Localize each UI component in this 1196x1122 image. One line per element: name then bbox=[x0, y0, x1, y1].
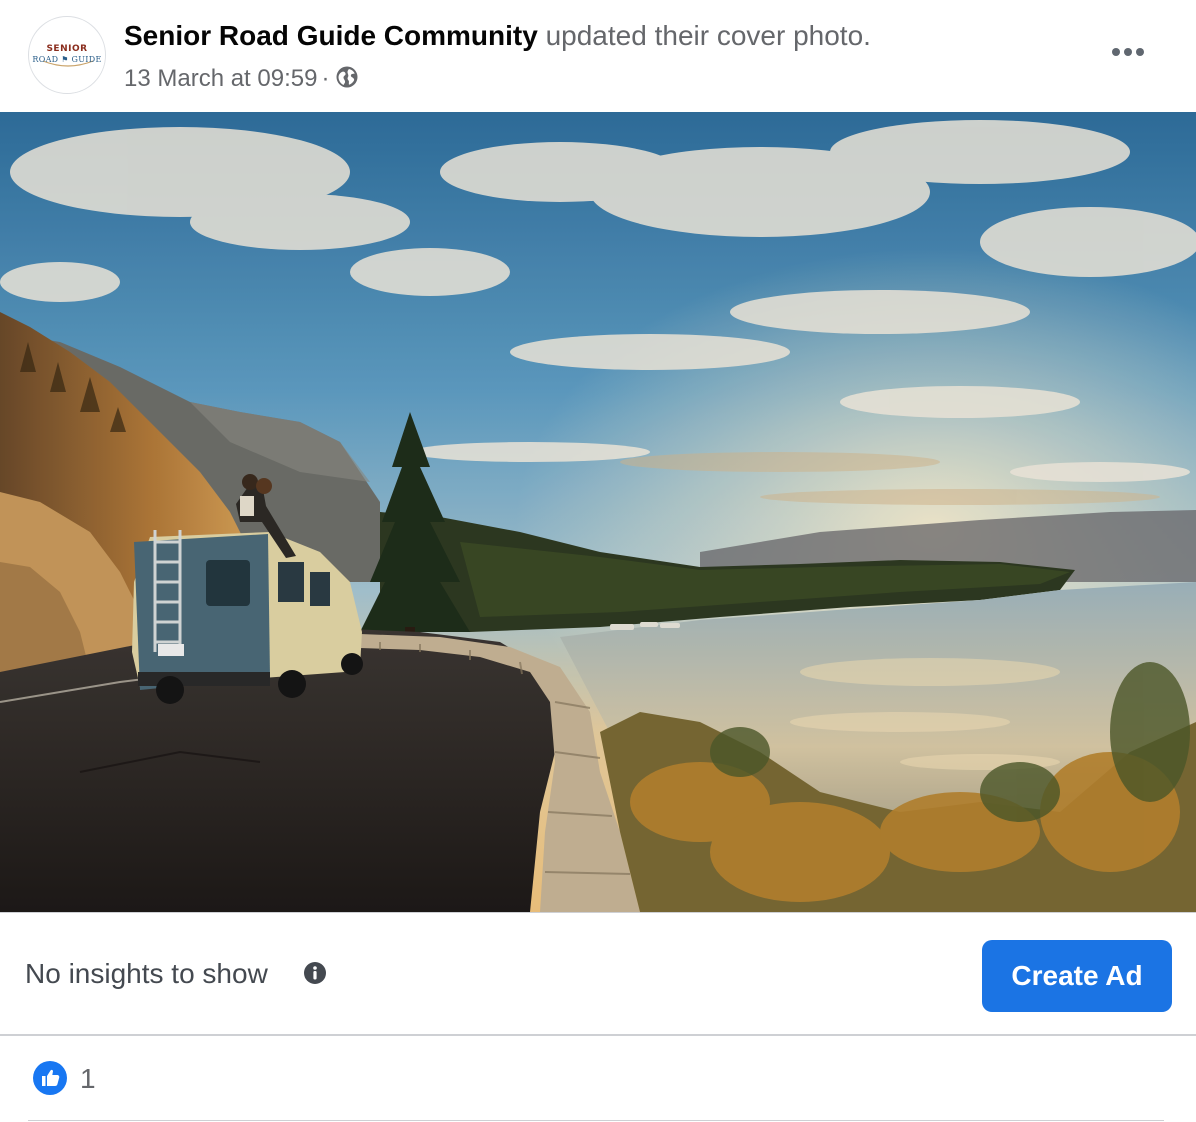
cover-photo[interactable] bbox=[0, 112, 1196, 912]
post-meta: 13 March at 09:59 · bbox=[124, 63, 359, 98]
avatar-text-road-guide: ROAD ⚑ GUIDE bbox=[32, 55, 102, 64]
create-ad-button[interactable]: Create Ad bbox=[982, 940, 1172, 1012]
post-timestamp[interactable]: 13 March at 09:59 bbox=[124, 65, 317, 92]
page-avatar[interactable]: SENIOR ROAD ⚑ GUIDE bbox=[28, 16, 106, 94]
page-name-link[interactable]: Senior Road Guide Community bbox=[124, 20, 538, 51]
more-options-button[interactable] bbox=[1100, 30, 1156, 74]
post-action-text: updated their cover photo. bbox=[545, 20, 871, 51]
avatar-text-senior: SENIOR bbox=[46, 44, 88, 54]
cover-photo-image bbox=[0, 112, 1196, 912]
globe-icon[interactable] bbox=[335, 65, 359, 98]
insights-text: No insights to show bbox=[25, 958, 268, 989]
more-dots-icon bbox=[1112, 48, 1144, 56]
reactions-row: 1 bbox=[0, 1036, 1196, 1122]
post-header: SENIOR ROAD ⚑ GUIDE Senior Road Guide Co… bbox=[0, 0, 1196, 112]
insights-bar: No insights to show Create Ad bbox=[0, 912, 1196, 1036]
reaction-count[interactable]: 1 bbox=[80, 1062, 96, 1096]
bottom-divider bbox=[28, 1120, 1164, 1121]
like-icon[interactable] bbox=[32, 1060, 68, 1101]
post-title: Senior Road Guide Community updated thei… bbox=[124, 17, 871, 55]
info-icon[interactable] bbox=[303, 961, 327, 990]
meta-separator: · bbox=[321, 65, 330, 92]
